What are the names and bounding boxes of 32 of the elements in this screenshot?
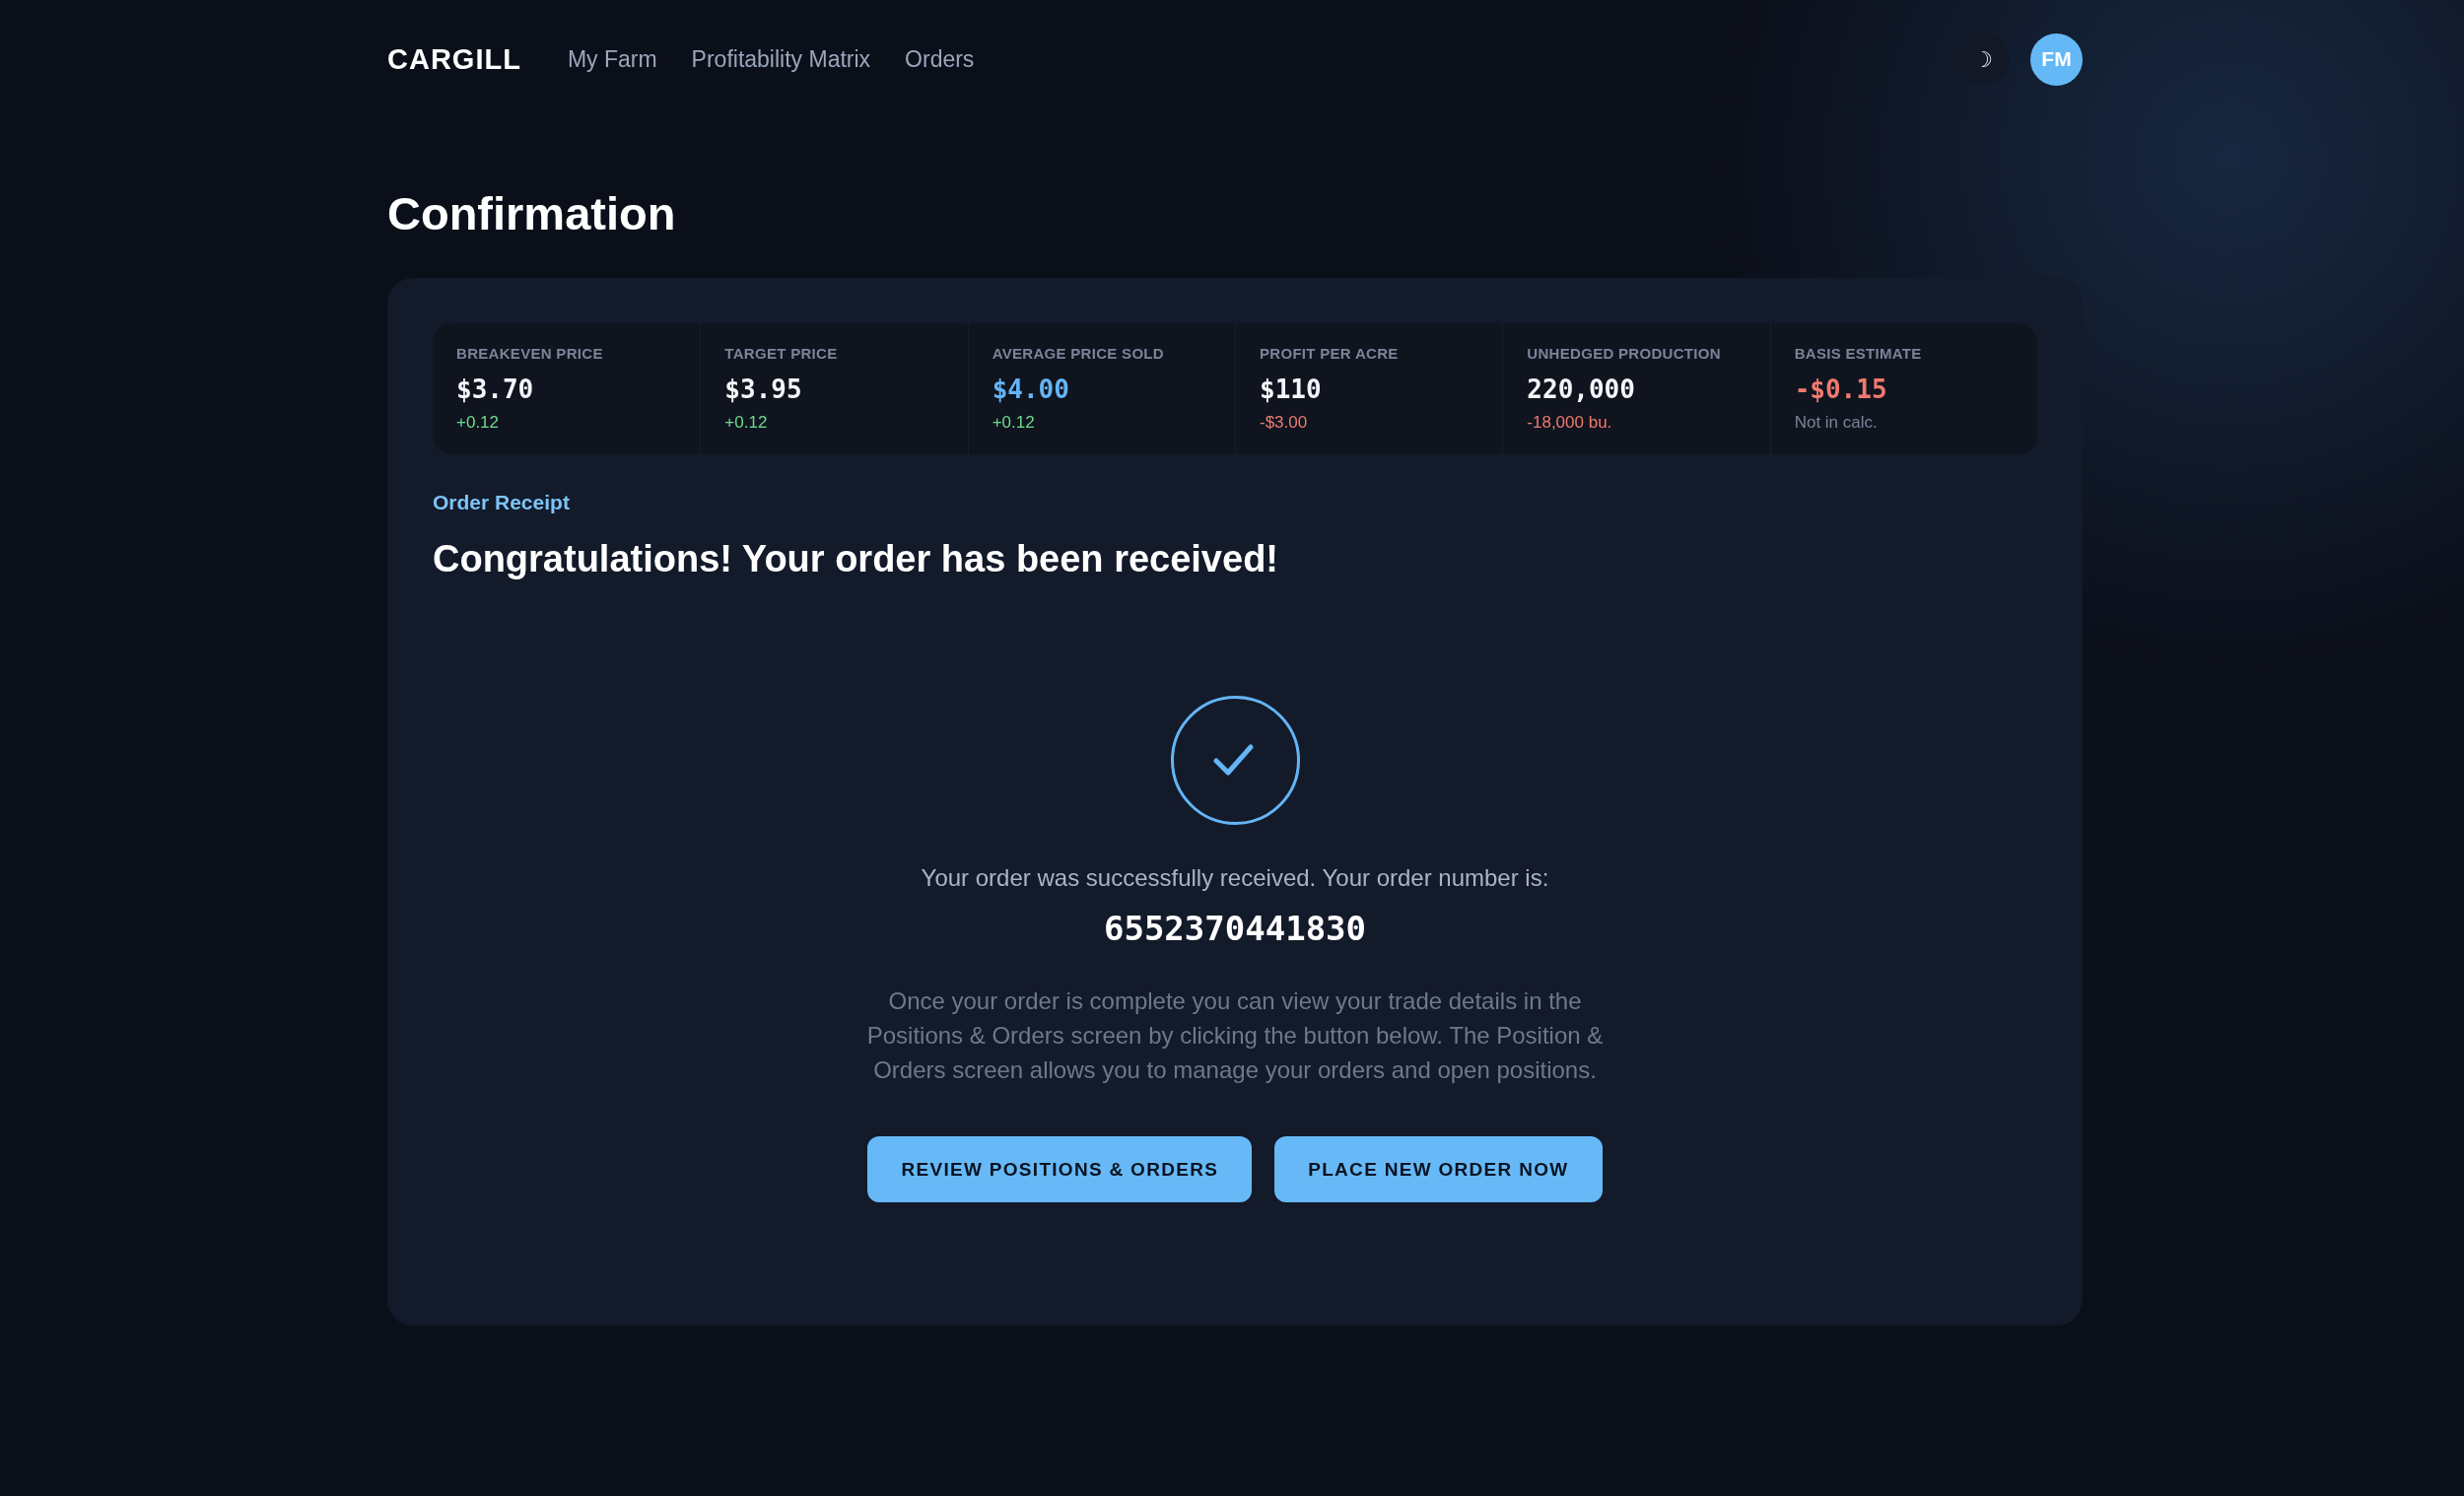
metric-change: +0.12 <box>992 413 1035 434</box>
metric-change: Not in calc. <box>1794 413 1878 434</box>
metric-value: $3.95 <box>724 374 802 406</box>
section-label: Order Receipt <box>433 490 570 515</box>
nav-link[interactable]: Profitability Matrix <box>691 45 871 73</box>
confirmation-heading: Congratulations! Your order has been received! <box>433 537 1278 581</box>
check-circle-icon <box>1170 696 1300 826</box>
action-button[interactable]: REVIEW POSITIONS & ORDERS <box>867 1136 1253 1203</box>
metric-label: BREAKEVEN PRICE <box>456 345 603 364</box>
theme-toggle-button[interactable]: ☽ <box>1956 33 2010 86</box>
logo: CARGILL <box>387 42 521 76</box>
metric-change: -18,000 bu. <box>1527 413 1612 434</box>
order-number: 6552370441830 <box>1103 909 1367 950</box>
metric-change: -$3.00 <box>1260 413 1308 434</box>
metric-value: -$0.15 <box>1794 374 1887 406</box>
metric-label: BASIS ESTIMATE <box>1794 345 1922 364</box>
metric-change: +0.12 <box>724 413 768 434</box>
metric-label: AVERAGE PRICE SOLD <box>992 345 1164 364</box>
metric-value: 220,000 <box>1527 374 1635 406</box>
metric-label: UNHEDGED PRODUCTION <box>1527 345 1721 364</box>
metric-value: $4.00 <box>992 374 1069 406</box>
metric-change: +0.12 <box>456 413 499 434</box>
action-button[interactable]: PLACE NEW ORDER NOW <box>1274 1136 1603 1203</box>
metric-value: $110 <box>1260 374 1322 406</box>
metric-label: PROFIT PER ACRE <box>1260 345 1399 364</box>
page-title: Confirmation <box>387 186 677 241</box>
nav-link[interactable]: My Farm <box>567 45 657 73</box>
metric-label: TARGET PRICE <box>724 345 838 364</box>
metric-value: $3.70 <box>456 374 534 406</box>
success-message: Your order was successfully received. Your order number is: <box>921 863 1549 894</box>
nav-link[interactable]: Orders <box>905 45 975 73</box>
details-paragraph: Once your order is complete you can view your trade details in the Positions & Orders screen by clicking the button below. The Position & Orders screen allows you to manage your orders and open positions. <box>865 986 1605 1086</box>
